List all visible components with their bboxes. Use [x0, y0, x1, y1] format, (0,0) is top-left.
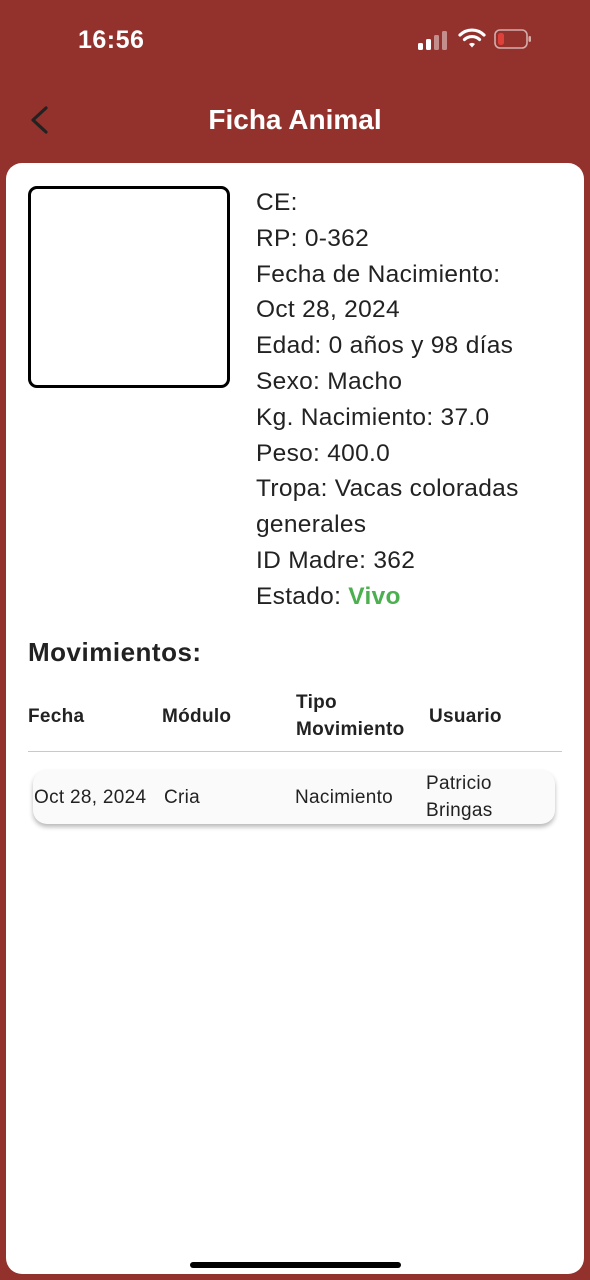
app-header: Ficha Animal [0, 86, 590, 156]
ce-field: CE: [256, 189, 298, 216]
column-header-usuario: Usuario [429, 706, 502, 727]
status-value: Vivo [348, 582, 401, 610]
status-time: 16:56 [78, 26, 145, 54]
age-field: Edad: 0 años y 98 días [256, 332, 514, 360]
birth-date-value: Oct 28, 2024 [256, 296, 400, 324]
status-field: Estado: Vivo [256, 579, 566, 615]
column-header-tipo-movimiento: Tipo Movimiento [296, 692, 405, 740]
column-header-fecha: Fecha [28, 706, 85, 727]
weight-field: Peso: 400.0 [256, 439, 391, 467]
birth-date-label: Fecha de Nacimiento: [256, 260, 501, 288]
wifi-icon [458, 28, 486, 48]
row-modulo: Cria [164, 787, 201, 808]
row-fecha: Oct 28, 2024 [34, 787, 147, 808]
column-header-modulo: Módulo [162, 706, 232, 727]
animal-card: CE: RP: 0-362 Fecha de Nacimiento: Oct 2… [6, 163, 584, 1274]
birth-weight-field: Kg. Nacimiento: 37.0 [256, 403, 490, 431]
movements-table-header: Fecha Módulo Tipo Movimiento Usuario [28, 683, 562, 752]
row-usuario: Patricio Bringas [426, 773, 493, 821]
row-tipo-movimiento: Nacimiento [295, 787, 394, 808]
movements-title: Movimientos: [28, 637, 202, 667]
mother-id-field: ID Madre: 362 [256, 546, 416, 574]
page-title: Ficha Animal [208, 104, 382, 135]
sex-field: Sexo: Macho [256, 367, 403, 395]
status-label: Estado: [256, 582, 349, 610]
tropa-field: Tropa: Vacas coloradas generales [256, 475, 519, 539]
rp-field: RP: 0-362 [256, 224, 370, 252]
home-indicator[interactable] [190, 1262, 401, 1268]
animal-photo-placeholder[interactable] [28, 186, 230, 388]
animal-info: CE: RP: 0-362 Fecha de Nacimiento: Oct 2… [256, 185, 566, 615]
table-row[interactable]: Oct 28, 2024 Cria Nacimiento Patricio Br… [33, 770, 555, 824]
signal-icon [418, 30, 450, 50]
status-bar: 16:56 [0, 0, 590, 80]
battery-low-icon [494, 29, 531, 49]
